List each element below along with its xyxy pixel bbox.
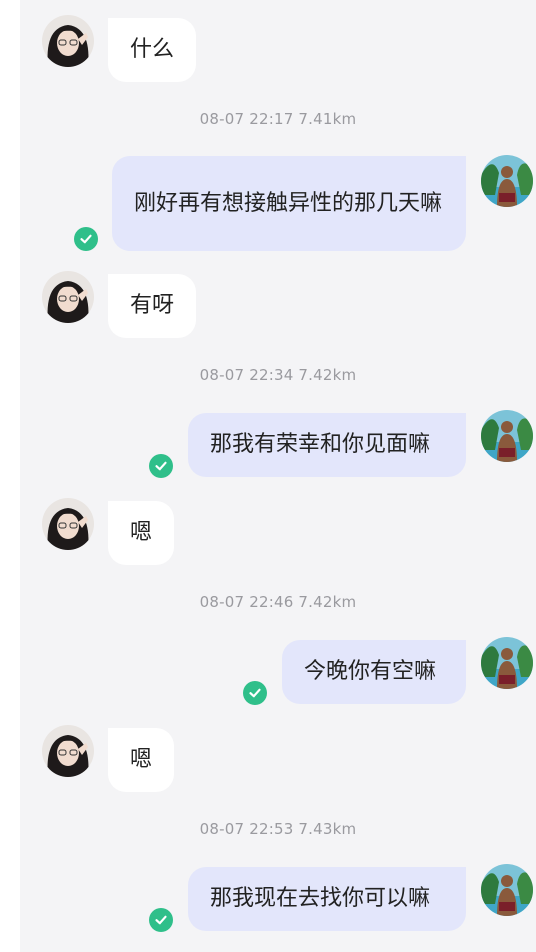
self-avatar[interactable] [481,864,533,916]
message-text: 有呀 [130,293,175,318]
chat-area[interactable]: 什么 08-07 22:17 7.41km 刚好再有想接触异性的那几天嘛 有呀 … [20,0,536,952]
message-timestamp: 08-07 22:53 7.43km [199,820,357,838]
contact-avatar[interactable] [42,271,94,323]
contact-avatar[interactable] [42,498,94,550]
message-text: 刚好再有想接触异性的那几天嘛 [134,190,443,216]
message-bubble-outgoing[interactable]: 那我现在去找你可以嘛 [188,867,466,931]
message-text: 那我现在去找你可以嘛 [210,886,431,911]
message-bubble-incoming[interactable]: 什么 [108,18,197,82]
self-avatar[interactable] [481,410,533,462]
message-timestamp: 08-07 22:17 7.41km [199,110,357,128]
check-circle-icon [243,681,267,705]
message-text: 那我有荣幸和你见面嘛 [210,432,431,457]
message-bubble-outgoing[interactable]: 今晚你有空嘛 [282,640,466,704]
message-bubble-outgoing[interactable]: 刚好再有想接触异性的那几天嘛 [112,156,466,251]
self-avatar[interactable] [481,155,533,207]
contact-avatar[interactable] [42,15,94,67]
check-circle-icon [149,908,173,932]
message-text: 嗯 [130,520,153,545]
check-circle-icon [149,454,173,478]
self-avatar[interactable] [481,637,533,689]
message-text: 今晚你有空嘛 [304,659,437,684]
message-text: 什么 [130,37,175,62]
contact-avatar[interactable] [42,725,94,777]
message-bubble-outgoing[interactable]: 那我有荣幸和你见面嘛 [188,413,466,477]
message-bubble-incoming[interactable]: 有呀 [108,274,197,338]
message-timestamp: 08-07 22:46 7.42km [199,593,357,611]
message-text: 嗯 [130,747,153,772]
message-timestamp: 08-07 22:34 7.42km [199,366,357,384]
check-circle-icon [74,227,98,251]
message-bubble-incoming[interactable]: 嗯 [108,501,175,565]
message-bubble-incoming[interactable]: 嗯 [108,728,175,792]
